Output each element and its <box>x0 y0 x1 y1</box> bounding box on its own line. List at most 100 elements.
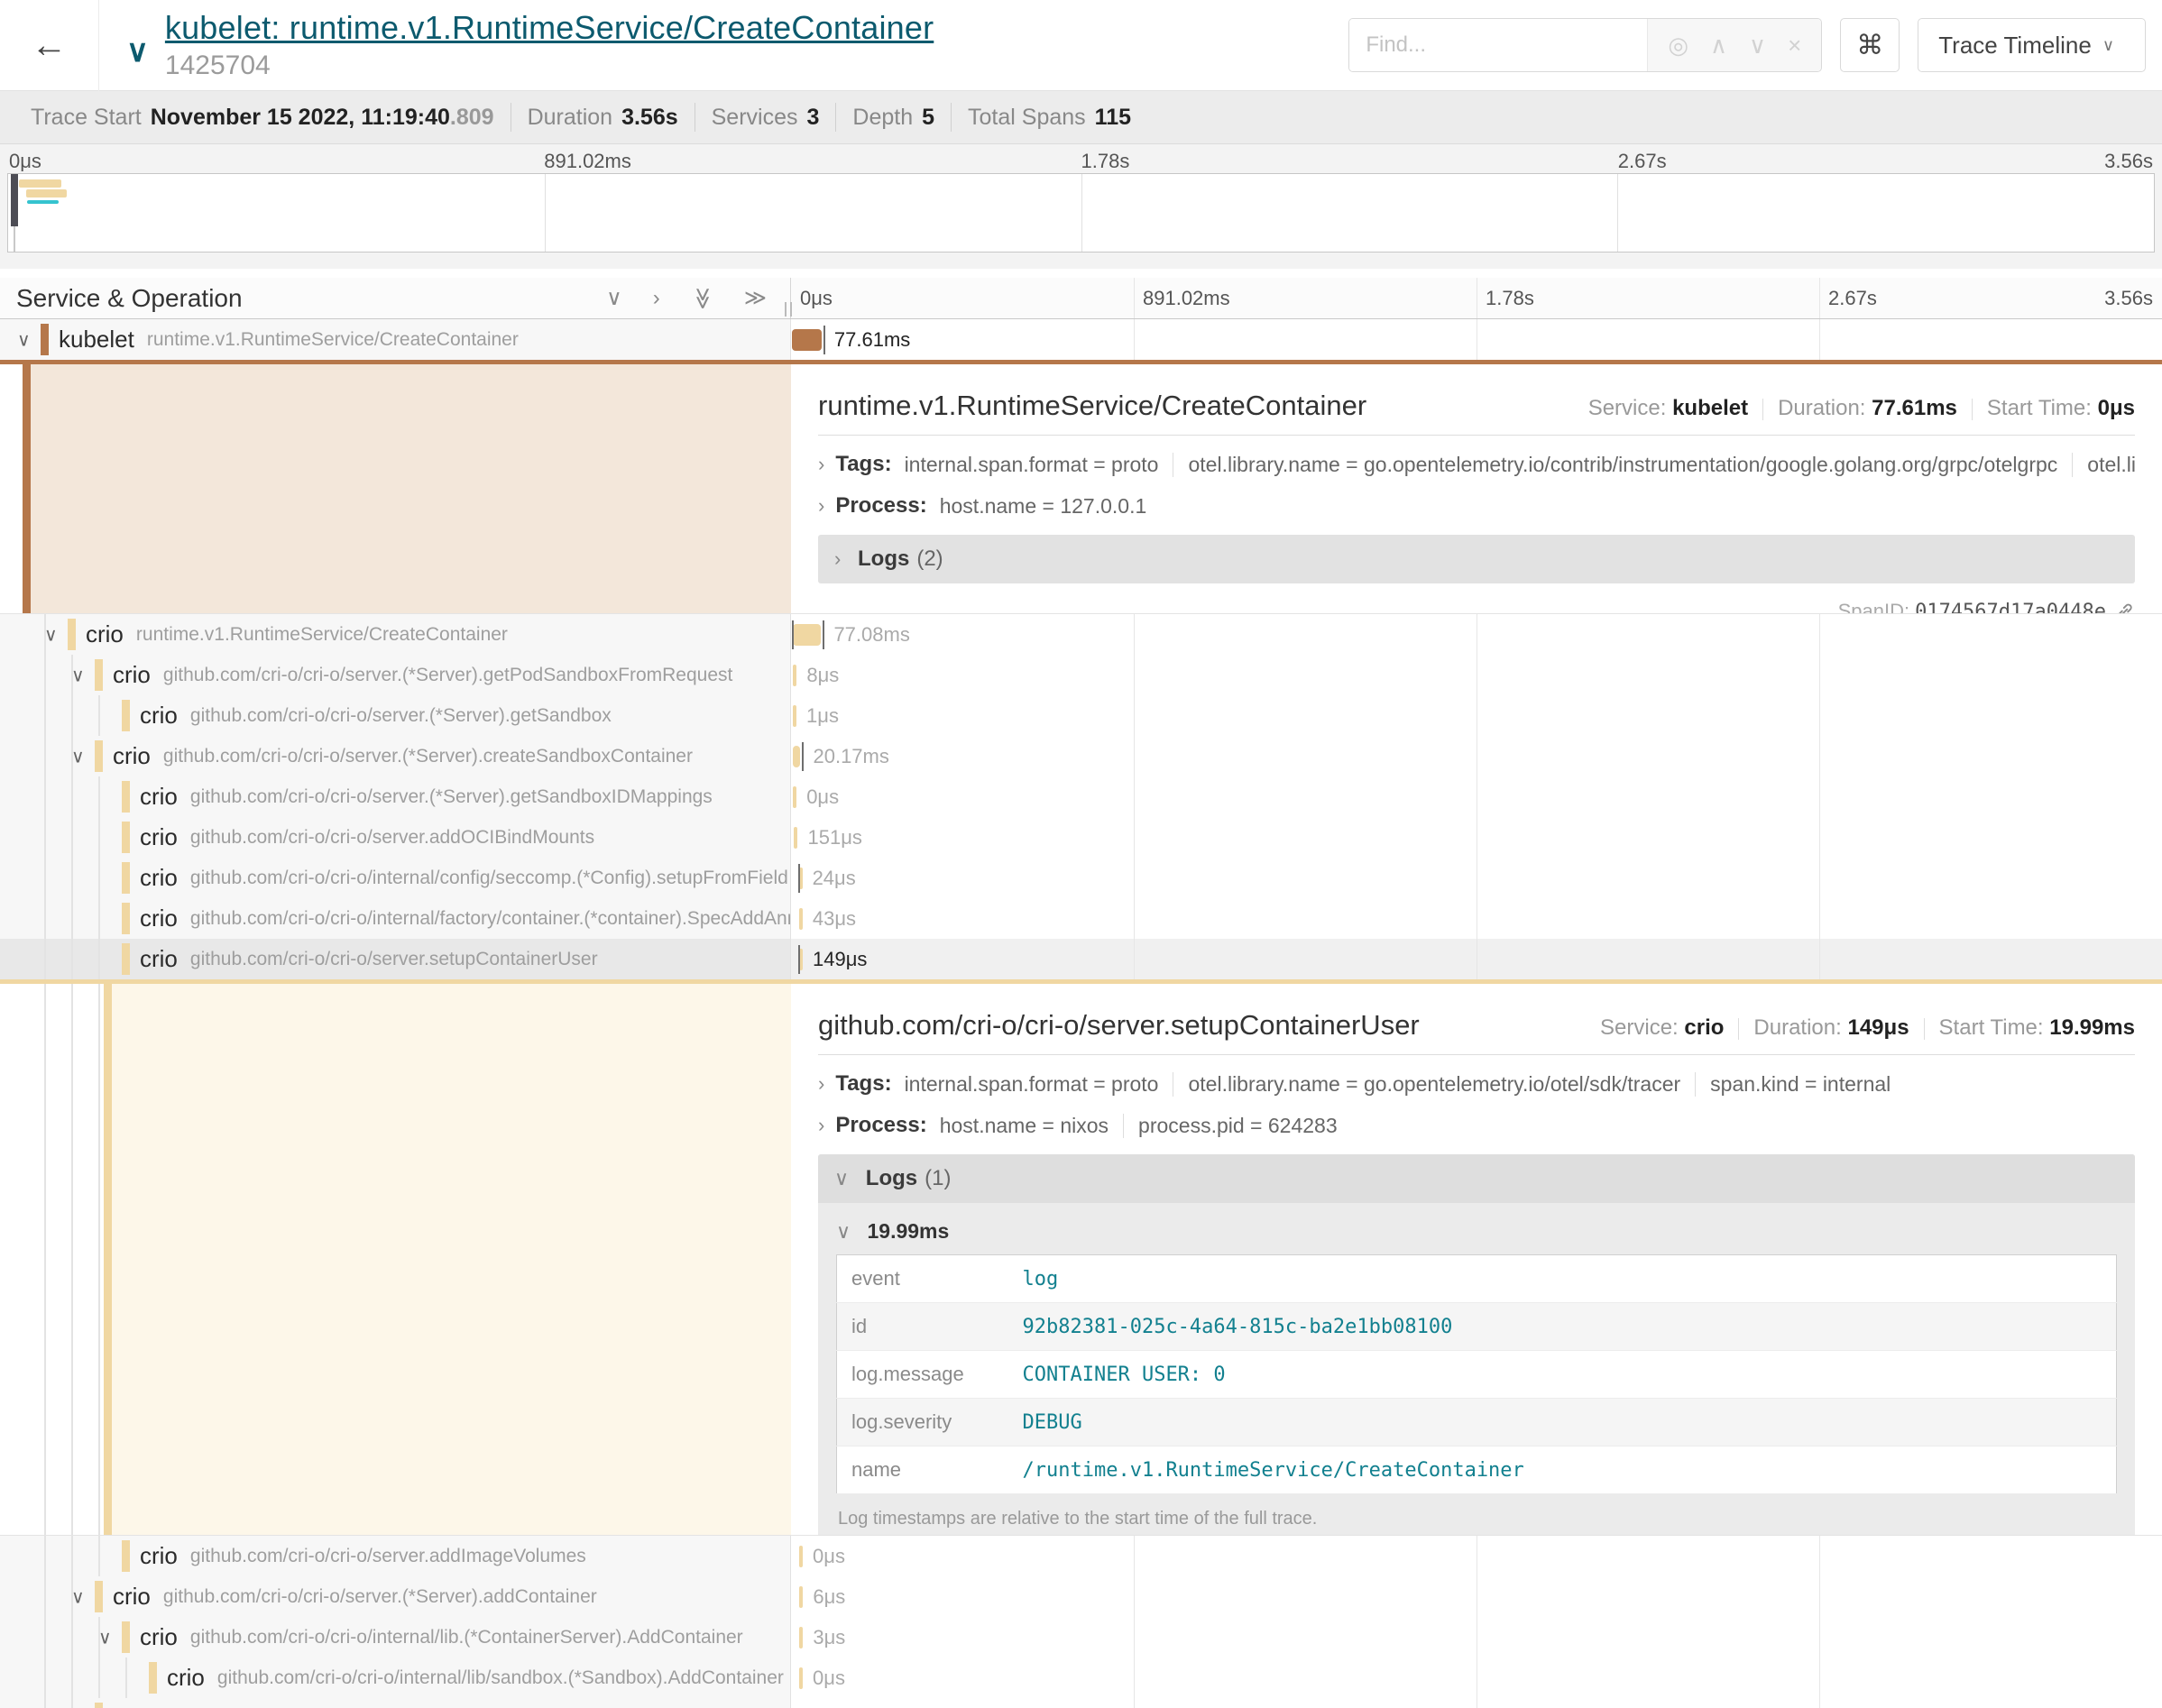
service-color-bar <box>122 943 130 975</box>
expand-chevron-icon[interactable]: ∨ <box>44 623 58 646</box>
service-name: crio <box>86 620 124 648</box>
trace-title-link[interactable]: kubelet: runtime.v1.RuntimeService/Creat… <box>165 9 934 47</box>
keyboard-shortcuts-button[interactable]: ⌘ <box>1840 18 1900 72</box>
expand-chevron-icon[interactable]: ∨ <box>98 1626 112 1648</box>
span-bar[interactable] <box>793 705 796 727</box>
span-bar[interactable] <box>799 1546 803 1567</box>
span-row[interactable]: ∨crioruntime.v1.RuntimeService/CreateCon… <box>0 614 2162 655</box>
header: ← ∨ kubelet: runtime.v1.RuntimeService/C… <box>0 0 2162 91</box>
tags-row[interactable]: › Tags: internal.span.format = proto ote… <box>818 452 2135 477</box>
locate-icon[interactable]: ◎ <box>1657 32 1699 60</box>
span-row[interactable]: criogithub.com/cri-o/cri-o/server.(*Serv… <box>0 1698 2162 1708</box>
span-duration-label: 6μs <box>813 1585 845 1609</box>
operation-name: github.com/cri-o/cri-o/server.(*Server).… <box>163 1586 597 1608</box>
operation-name: github.com/cri-o/cri-o/server.setupConta… <box>190 949 598 970</box>
indent-guide <box>71 1536 73 1576</box>
find-next-icon[interactable]: ∨ <box>1738 32 1777 60</box>
indent-guide <box>98 939 100 979</box>
span-row[interactable]: ∨criogithub.com/cri-o/cri-o/internal/lib… <box>0 1617 2162 1657</box>
span-duration-label: 149μs <box>813 948 867 971</box>
indent-guide <box>71 817 73 858</box>
span-bar[interactable] <box>799 1627 803 1648</box>
span-detail-indent <box>0 364 791 613</box>
view-selector-button[interactable]: Trace Timeline ∨ <box>1918 18 2146 72</box>
back-button[interactable]: ← <box>0 0 99 91</box>
minimap-scrubber-handle[interactable] <box>11 174 18 226</box>
span-row[interactable]: criogithub.com/cri-o/cri-o/server.(*Serv… <box>0 776 2162 817</box>
process-row[interactable]: › Process: host.name = nixos process.pid… <box>818 1113 2135 1138</box>
operation-name: github.com/cri-o/cri-o/internal/lib/sand… <box>217 1667 784 1689</box>
expand-chevron-icon[interactable]: ∨ <box>71 745 85 767</box>
indent-guide <box>71 898 73 939</box>
indent-guide <box>44 695 46 736</box>
collapse-all-icon[interactable]: ≫ <box>691 287 713 309</box>
span-row[interactable]: criogithub.com/cri-o/cri-o/server.addIma… <box>0 1536 2162 1576</box>
span-row[interactable]: ∨criogithub.com/cri-o/cri-o/server.(*Ser… <box>0 655 2162 695</box>
span-row[interactable]: criogithub.com/cri-o/cri-o/server.addOCI… <box>0 817 2162 858</box>
indent-guide <box>71 939 73 979</box>
span-bar[interactable] <box>799 1586 803 1608</box>
span-name-cell: criogithub.com/cri-o/cri-o/server.(*Serv… <box>0 1698 791 1708</box>
operation-name: github.com/cri-o/cri-o/internal/config/s… <box>190 868 788 889</box>
span-row[interactable]: criogithub.com/cri-o/cri-o/server.setupC… <box>0 939 2162 979</box>
span-bar[interactable] <box>794 827 797 849</box>
span-bar[interactable] <box>799 908 803 930</box>
jaeger-trace-page: ← ∨ kubelet: runtime.v1.RuntimeService/C… <box>0 0 2162 1708</box>
summary-trace-start: Trace Start November 15 2022, 11:19:40.8… <box>14 103 511 132</box>
log-fields-table: eventlog id92b82381-025c-4a64-815c-ba2e1… <box>836 1254 2117 1494</box>
find-input[interactable] <box>1349 19 1647 71</box>
span-row[interactable]: criogithub.com/cri-o/cri-o/internal/conf… <box>0 858 2162 898</box>
table-row: id92b82381-025c-4a64-815c-ba2e1bb08100 <box>837 1303 2117 1351</box>
span-detail-row: runtime.v1.RuntimeService/CreateContaine… <box>0 360 2162 614</box>
expand-all-icon[interactable]: ≫ <box>744 288 767 309</box>
timeline-cell: 24μs <box>791 858 2162 898</box>
logs-toggle[interactable]: ∨ Logs(1) <box>818 1154 2135 1203</box>
logs-toggle[interactable]: › Logs(2) <box>818 535 2135 583</box>
find-prev-icon[interactable]: ∧ <box>1699 32 1738 60</box>
span-row[interactable]: ∨kubeletruntime.v1.RuntimeService/Create… <box>0 319 2162 360</box>
expand-chevron-icon[interactable]: ∨ <box>71 664 85 686</box>
span-row[interactable]: ∨criogithub.com/cri-o/cri-o/server.(*Ser… <box>0 1576 2162 1617</box>
span-duration-label: 8μs <box>806 664 839 687</box>
span-detail-title: github.com/cri-o/cri-o/server.setupConta… <box>818 1009 1420 1042</box>
span-bar[interactable] <box>793 786 796 808</box>
span-bar[interactable] <box>792 329 822 351</box>
service-color-bar <box>149 1662 157 1694</box>
timeline-cell: 20.17ms <box>791 736 2162 776</box>
service-name: crio <box>140 1623 178 1651</box>
span-row[interactable]: ∨criogithub.com/cri-o/cri-o/server.(*Ser… <box>0 736 2162 776</box>
log-marker <box>792 620 794 649</box>
service-name: crio <box>113 1704 151 1708</box>
span-duration-label: 24μs <box>813 867 856 890</box>
span-name-cell: ∨criogithub.com/cri-o/cri-o/server.(*Ser… <box>0 1576 791 1617</box>
operation-name: github.com/cri-o/cri-o/internal/factory/… <box>190 908 790 930</box>
indent-guide <box>98 858 100 898</box>
collapse-header-chevron-icon[interactable]: ∨ <box>126 33 149 69</box>
expand-chevron-icon[interactable]: ∨ <box>17 328 31 351</box>
span-bar[interactable] <box>799 1667 803 1689</box>
expand-one-icon[interactable]: › <box>653 288 660 309</box>
log-timestamp-toggle[interactable]: ∨ 19.99ms <box>836 1219 2117 1244</box>
indent-guide <box>98 898 100 939</box>
span-name-cell: criogithub.com/cri-o/cri-o/internal/lib/… <box>0 1657 791 1698</box>
span-row[interactable]: criogithub.com/cri-o/cri-o/internal/lib/… <box>0 1657 2162 1698</box>
span-bar[interactable] <box>793 746 801 767</box>
service-color-bar <box>122 903 130 934</box>
find-clear-icon[interactable]: × <box>1777 32 1812 60</box>
span-row[interactable]: criogithub.com/cri-o/cri-o/server.(*Serv… <box>0 695 2162 736</box>
logs-section: ∨ Logs(1) ∨ 19.99ms eventlog id92b82381-… <box>818 1154 2135 1535</box>
minimap-canvas[interactable] <box>7 173 2155 253</box>
expand-chevron-icon[interactable]: ∨ <box>71 1585 85 1608</box>
tags-row[interactable]: › Tags: internal.span.format = proto ote… <box>818 1071 2135 1097</box>
timeline-cell: 0μs <box>791 1536 2162 1576</box>
span-duration-label: 0μs <box>813 1667 845 1690</box>
span-name-cell: criogithub.com/cri-o/cri-o/server.addOCI… <box>0 817 791 858</box>
service-color-bar <box>122 1540 130 1572</box>
collapse-one-icon[interactable]: ∨ <box>606 288 622 309</box>
span-bar[interactable] <box>793 624 822 646</box>
trace-summary-bar: Trace Start November 15 2022, 11:19:40.8… <box>0 91 2162 144</box>
deep-link-icon[interactable] <box>2115 601 2135 613</box>
process-row[interactable]: › Process: host.name = 127.0.0.1 <box>818 493 2135 519</box>
span-row[interactable]: criogithub.com/cri-o/cri-o/internal/fact… <box>0 898 2162 939</box>
span-bar[interactable] <box>793 665 796 686</box>
